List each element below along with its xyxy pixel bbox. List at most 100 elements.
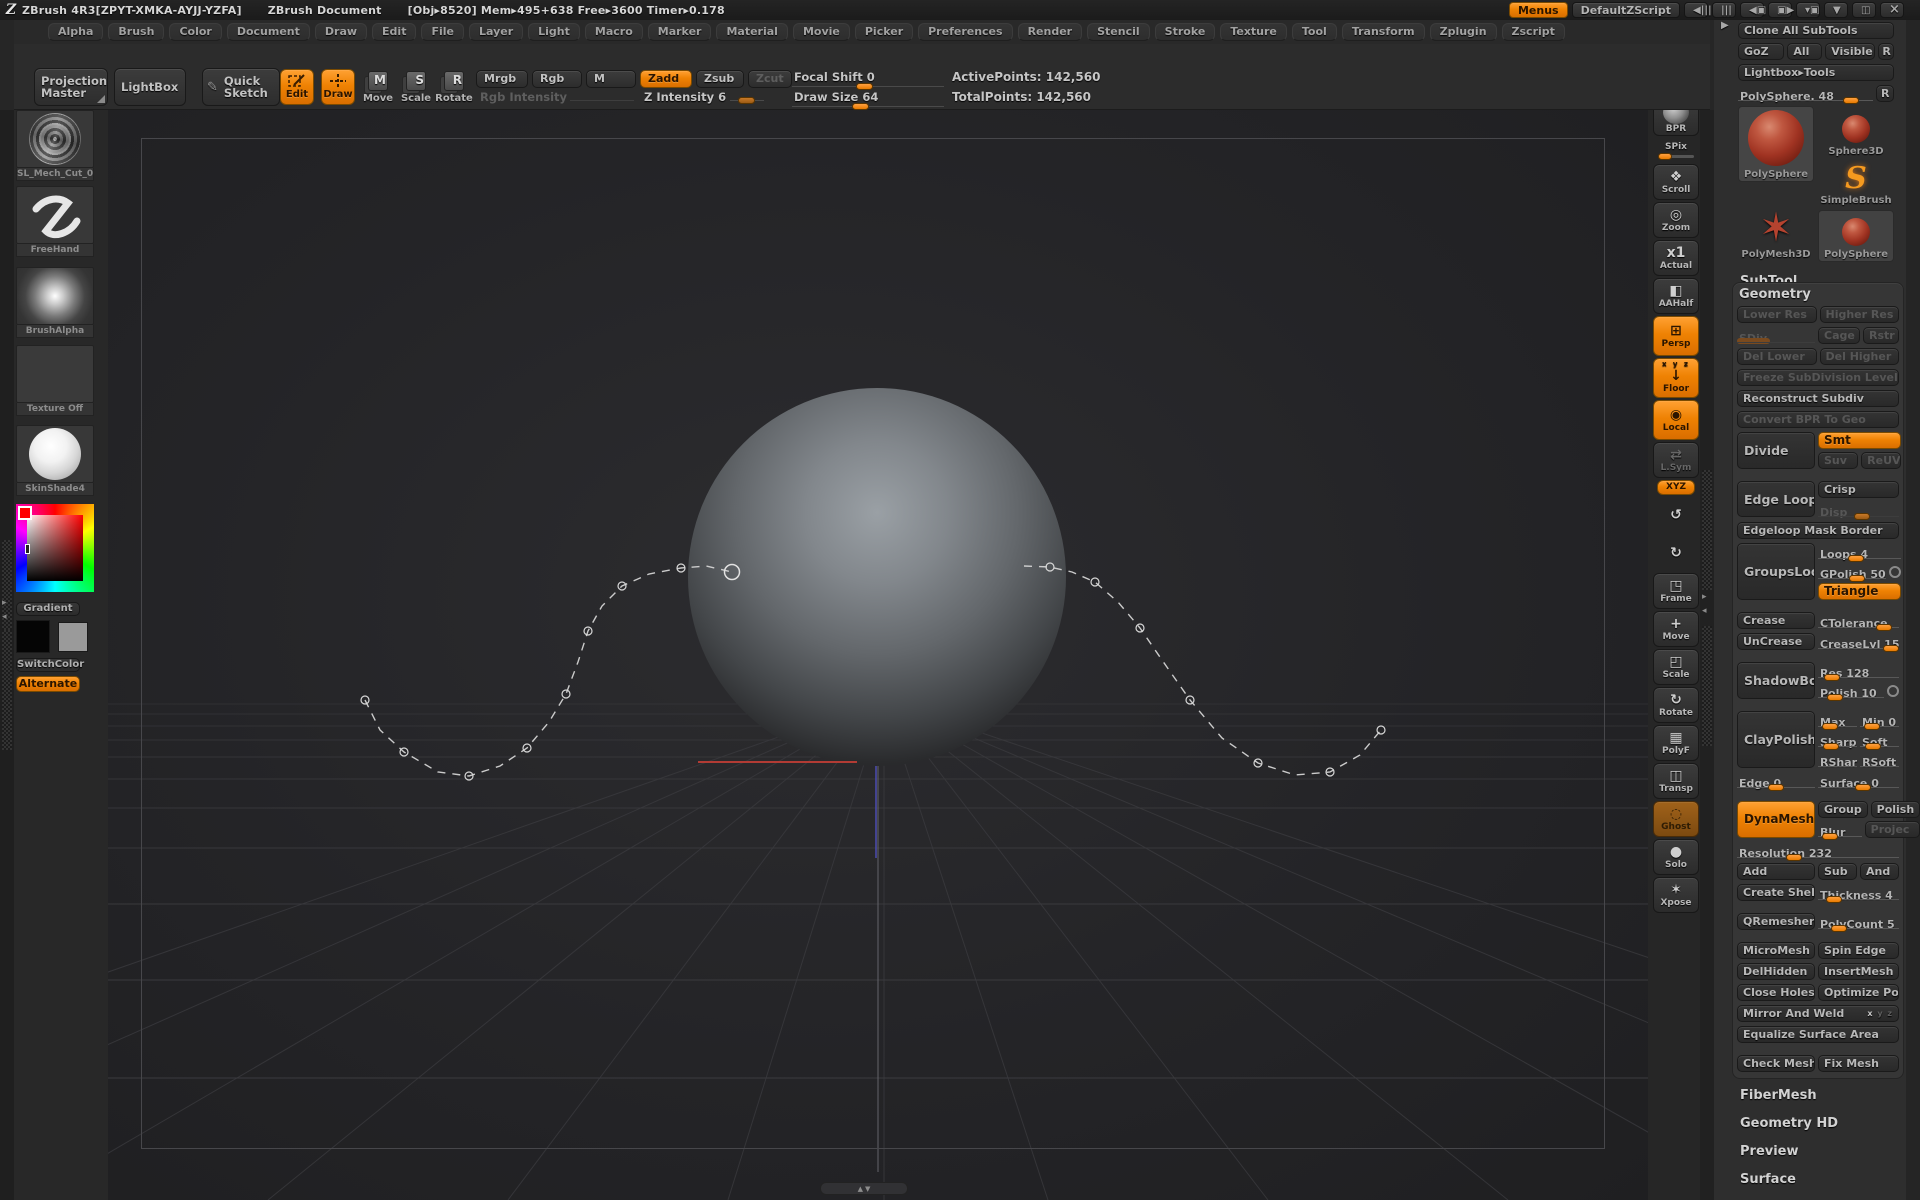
surface-slider[interactable]: Surface 0 [1818,772,1899,789]
res-slider[interactable]: Res 128 [1818,662,1899,679]
menu-render[interactable]: Render [1018,23,1083,41]
close-icon[interactable]: × [1880,2,1904,18]
tray-open-icon[interactable]: ▸ [2,598,7,608]
lightbox-button[interactable]: LightBox [114,68,186,106]
scroll-right-icon[interactable]: |||▶ [1712,2,1736,18]
menu-file[interactable]: File [421,23,464,41]
menu-layer[interactable]: Layer [469,23,523,41]
dock-right-icon[interactable]: ▣▶ [1768,2,1792,18]
menu-preferences[interactable]: Preferences [918,23,1012,41]
blur-slider[interactable]: Blur [1818,821,1862,838]
aahalf-button[interactable]: ◧AAHalf [1653,278,1699,314]
lightbox-tools-button[interactable]: Lightbox▸Tools [1738,64,1894,81]
scroll-button[interactable]: ❖Scroll [1653,164,1699,200]
skin-thumbnail[interactable]: SkinShade4 [16,425,94,496]
fibermesh-section-header[interactable]: FiberMesh [1738,1086,1894,1105]
shadowbox-button[interactable]: ShadowBox [1737,662,1815,699]
rotate-z-icon[interactable]: ↻ [1653,535,1699,571]
menu-document[interactable]: Document [227,23,310,41]
mrgb-button[interactable]: Mrgb [476,70,528,88]
resolution-slider[interactable]: Resolution 232 [1737,842,1899,859]
move-tool-button[interactable]: +Move [1653,611,1699,647]
del-higher-button[interactable]: Del Higher [1820,348,1900,365]
crisp-button[interactable]: Crisp [1818,481,1899,498]
secondary-color-swatch[interactable] [58,622,88,652]
freeze-subdivision-button[interactable]: Freeze SubDivision Levels [1737,369,1899,386]
menu-light[interactable]: Light [528,23,580,41]
color-picker-sv-square[interactable] [27,515,83,581]
texture-thumbnail[interactable]: Texture Off [16,345,94,416]
qremesher-button[interactable]: QRemesher [1737,913,1815,930]
local-button[interactable]: ◉Local [1653,400,1699,440]
menu-transform[interactable]: Transform [1342,23,1425,41]
minimize-icon[interactable]: ▼ [1824,2,1848,18]
frame-button[interactable]: ◳Frame [1653,573,1699,609]
thickness-slider[interactable]: Thickness 4 [1818,884,1899,901]
goz-visible-button[interactable]: Visible [1825,43,1875,60]
rshar-slider[interactable]: RShar [1818,751,1857,768]
equalize-surface-button[interactable]: Equalize Surface Area [1737,1026,1899,1043]
solo-button[interactable]: ●Solo [1653,839,1699,875]
canvas-scrollbar[interactable]: ▲ ▼ [820,1182,908,1195]
right-tray-divider[interactable]: ▸ ◂ [1700,110,1714,1200]
tray-expand-icon[interactable]: ▸ [1702,592,1707,602]
zoom-button[interactable]: ◎Zoom [1653,202,1699,238]
rgb-intensity-slider[interactable]: Rgb Intensity [480,90,567,104]
persp-button[interactable]: ⊞Persp [1653,316,1699,356]
menu-alpha[interactable]: Alpha [48,23,103,41]
edge-slider[interactable]: Edge 0 [1737,772,1815,789]
menu-marker[interactable]: Marker [648,23,712,41]
reconstruct-subdiv-button[interactable]: Reconstruct Subdiv [1737,390,1899,407]
color-picker[interactable] [16,504,94,592]
optimize-points-button[interactable]: Optimize Poi [1818,984,1899,1001]
sdiv-slider[interactable]: SDiv [1737,327,1815,344]
actual-button[interactable]: x1Actual [1653,240,1699,276]
edgeloop-mask-border-button[interactable]: Edgeloop Mask Border [1737,522,1899,539]
smt-toggle[interactable]: Smt [1818,432,1901,449]
rsoft-slider[interactable]: RSoft [1860,751,1899,768]
higher-res-button[interactable]: Higher Res [1820,306,1900,323]
sharp-slider[interactable]: Sharp [1818,731,1857,748]
claypolish-button[interactable]: ClayPolish [1737,711,1815,768]
dynamesh-button[interactable]: DynaMesh [1737,801,1815,838]
ctolerance-slider[interactable]: CTolerance [1818,612,1899,629]
close-holes-button[interactable]: Close Holes [1737,984,1815,1001]
draw-mode-button[interactable]: Draw [321,69,355,105]
menu-movie[interactable]: Movie [793,23,850,41]
menu-stencil[interactable]: Stencil [1087,23,1150,41]
project-button[interactable]: Projec [1865,821,1920,838]
rotate-y-icon[interactable]: ↺ [1653,497,1699,533]
floor-button[interactable]: x y z↓Floor [1653,358,1699,398]
convert-bpr-button[interactable]: Convert BPR To Geo [1737,411,1899,428]
tray-close-icon[interactable]: ◂ [2,612,7,622]
suv-toggle[interactable]: Suv [1818,452,1858,469]
divide-button[interactable]: Divide [1737,432,1815,469]
zcut-button[interactable]: Zcut [748,70,792,88]
claypolish-min-slider[interactable]: Min 0 [1860,711,1899,728]
lsym-button[interactable]: ⇄L.Sym [1653,442,1699,478]
clone-all-subtools-button[interactable]: Clone All SubTools [1738,22,1894,39]
rgb-button[interactable]: Rgb [532,70,582,88]
sphere3d-tool[interactable]: Sphere3D [1818,106,1894,158]
freehand-thumbnail[interactable]: FreeHand [16,186,94,257]
focal-shift-handle[interactable] [856,83,873,90]
menu-stroke[interactable]: Stroke [1155,23,1216,41]
zsub-button[interactable]: Zsub [696,70,744,88]
menus-toggle-button[interactable]: Menus [1509,2,1568,18]
tool-r-button[interactable]: R [1876,85,1894,102]
polyframe-button[interactable]: ▦PolyF [1653,725,1699,761]
scroll-down-icon[interactable]: ▼ [865,1185,870,1193]
menu-edit[interactable]: Edit [372,23,416,41]
switch-color-button[interactable]: SwitchColor [16,658,80,672]
edit-mode-button[interactable]: Edit [280,69,314,105]
micromesh-button[interactable]: MicroMesh [1737,942,1815,959]
quick-sketch-button[interactable]: ✎ Quick Sketch [202,68,280,106]
fix-mesh-button[interactable]: Fix Mesh [1818,1055,1899,1072]
lock-icon[interactable]: ▾▣ [1796,2,1820,18]
goz-r-button[interactable]: R [1878,43,1894,60]
surface-section-header[interactable]: Surface [1738,1170,1894,1189]
geometry-hd-section-header[interactable]: Geometry HD [1738,1114,1894,1133]
polysphere-tool[interactable]: PolySphere [1818,210,1894,262]
goz-all-button[interactable]: All [1787,43,1822,60]
menu-material[interactable]: Material [716,23,787,41]
